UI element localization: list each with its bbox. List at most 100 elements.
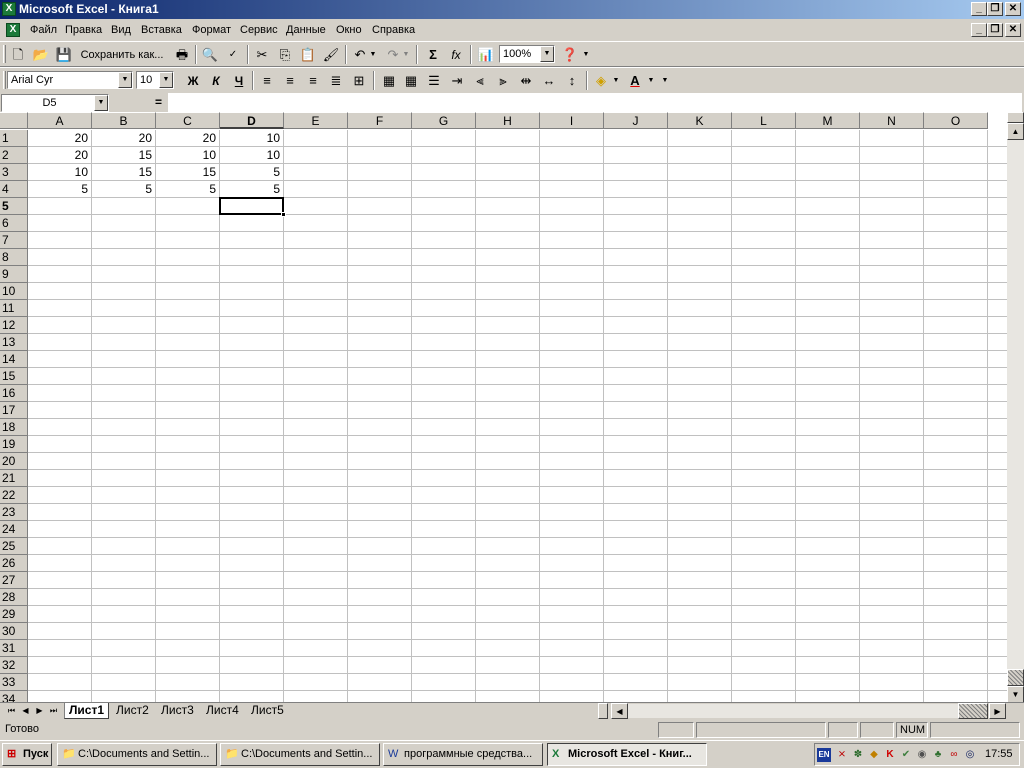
justify-icon[interactable]: ≣ bbox=[325, 71, 347, 91]
next-sheet-icon[interactable]: ▶ bbox=[32, 704, 47, 718]
row-header-12[interactable]: 12 bbox=[0, 317, 28, 334]
row-header-2[interactable]: 2 bbox=[0, 147, 28, 164]
doc-minimize-button[interactable]: _ bbox=[971, 23, 987, 37]
cell-a4[interactable]: 5 bbox=[28, 181, 91, 198]
row-header-17[interactable]: 17 bbox=[0, 402, 28, 419]
sheet-tab-3[interactable]: Лист3 bbox=[157, 703, 198, 719]
cell-a3[interactable]: 10 bbox=[28, 164, 91, 181]
function-icon[interactable]: fx bbox=[445, 45, 467, 65]
row-header-28[interactable]: 28 bbox=[0, 589, 28, 606]
italic-button[interactable]: К bbox=[205, 71, 227, 91]
chevron-down-icon[interactable]: ▼ bbox=[94, 95, 108, 111]
scroll-right-icon[interactable]: ▶ bbox=[989, 703, 1006, 719]
last-sheet-icon[interactable]: ⏭ bbox=[46, 704, 61, 718]
row-height-icon[interactable]: ↕ bbox=[561, 71, 583, 91]
row-header-31[interactable]: 31 bbox=[0, 640, 28, 657]
cell-b2[interactable]: 15 bbox=[92, 147, 155, 164]
spell-check-icon[interactable]: ✓ bbox=[222, 45, 244, 65]
fill-handle[interactable] bbox=[281, 212, 286, 217]
scroll-down-icon[interactable]: ▼ bbox=[1007, 686, 1024, 703]
column-header-o[interactable]: O bbox=[924, 112, 988, 129]
align-left-icon[interactable]: ≡ bbox=[256, 71, 278, 91]
insert-columns-icon[interactable]: ⫷ bbox=[469, 71, 491, 91]
row-header-11[interactable]: 11 bbox=[0, 300, 28, 317]
print-icon[interactable]: 🖶 bbox=[171, 45, 193, 65]
horizontal-scroll-track[interactable] bbox=[628, 704, 958, 718]
copy-icon[interactable]: ⎘ bbox=[274, 45, 296, 65]
column-header-l[interactable]: L bbox=[732, 112, 796, 129]
menu-insert[interactable]: Вставка bbox=[141, 24, 182, 36]
menu-help[interactable]: Справка bbox=[372, 24, 415, 36]
column-header-m[interactable]: M bbox=[796, 112, 860, 129]
sheet-tab-4[interactable]: Лист4 bbox=[202, 703, 243, 719]
row-header-8[interactable]: 8 bbox=[0, 249, 28, 266]
save-as-button[interactable]: Сохранить как... bbox=[76, 45, 168, 65]
column-header-g[interactable]: G bbox=[412, 112, 476, 129]
row-header-23[interactable]: 23 bbox=[0, 504, 28, 521]
tray-app-icon[interactable]: ∞ bbox=[947, 748, 961, 762]
toolbar-options-icon[interactable]: ▼ bbox=[659, 71, 671, 91]
sheet-tab-1[interactable]: Лист1 bbox=[64, 703, 110, 719]
close-button[interactable]: ✕ bbox=[1005, 2, 1021, 16]
menu-tools[interactable]: Сервис bbox=[240, 24, 278, 36]
row-header-14[interactable]: 14 bbox=[0, 351, 28, 368]
cell-c2[interactable]: 10 bbox=[156, 147, 219, 164]
row-header-1[interactable]: 1 bbox=[0, 130, 28, 147]
taskbar-folder-1[interactable]: 📁 C:\Documents and Settin... bbox=[57, 743, 217, 766]
format-painter-icon[interactable]: 🖌 bbox=[320, 45, 342, 65]
row-header-19[interactable]: 19 bbox=[0, 436, 28, 453]
column-width-icon[interactable]: ⇹ bbox=[515, 71, 537, 91]
row-header-30[interactable]: 30 bbox=[0, 623, 28, 640]
start-button[interactable]: ⊞ Пуск bbox=[2, 743, 52, 766]
row-header-24[interactable]: 24 bbox=[0, 521, 28, 538]
cut-icon[interactable]: ✂ bbox=[251, 45, 273, 65]
column-header-e[interactable]: E bbox=[284, 112, 348, 129]
tray-app-icon[interactable]: ✔ bbox=[899, 748, 913, 762]
tab-split-handle[interactable] bbox=[598, 703, 608, 719]
antivirus-icon[interactable]: K bbox=[883, 748, 897, 762]
column-header-i[interactable]: I bbox=[540, 112, 604, 129]
tray-app-icon[interactable]: ◎ bbox=[963, 748, 977, 762]
scroll-left-icon[interactable]: ◀ bbox=[611, 703, 628, 719]
cell-b4[interactable]: 5 bbox=[92, 181, 155, 198]
toolbar-grip[interactable] bbox=[3, 71, 6, 89]
excel-app-icon[interactable]: X bbox=[2, 2, 16, 16]
fill-color-dropdown-icon[interactable]: ▼ bbox=[610, 71, 622, 91]
chart-wizard-icon[interactable]: 📊 bbox=[475, 45, 497, 65]
first-sheet-icon[interactable]: ⏮ bbox=[4, 704, 19, 718]
column-header-j[interactable]: J bbox=[604, 112, 668, 129]
minimize-button[interactable]: _ bbox=[971, 2, 987, 16]
row-header-6[interactable]: 6 bbox=[0, 215, 28, 232]
fit-width-icon[interactable]: ↔ bbox=[538, 71, 560, 91]
chevron-down-icon[interactable]: ▼ bbox=[159, 72, 173, 88]
open-folder-icon[interactable]: 📂 bbox=[30, 45, 52, 65]
save-icon[interactable]: 💾 bbox=[53, 45, 75, 65]
row-header-4[interactable]: 4 bbox=[0, 181, 28, 198]
menu-window[interactable]: Окно bbox=[336, 24, 362, 36]
row-header-13[interactable]: 13 bbox=[0, 334, 28, 351]
split-box[interactable] bbox=[1007, 112, 1024, 123]
delete-columns-icon[interactable]: ⫸ bbox=[492, 71, 514, 91]
cell-c3[interactable]: 15 bbox=[156, 164, 219, 181]
insert-rows-icon[interactable]: ⇥ bbox=[446, 71, 468, 91]
row-header-7[interactable]: 7 bbox=[0, 232, 28, 249]
cell-b3[interactable]: 15 bbox=[92, 164, 155, 181]
row-header-21[interactable]: 21 bbox=[0, 470, 28, 487]
align-right-icon[interactable]: ≡ bbox=[302, 71, 324, 91]
cell-d3[interactable]: 5 bbox=[220, 164, 283, 181]
row-header-5[interactable]: 5 bbox=[0, 198, 28, 215]
workbook-icon[interactable]: X bbox=[6, 23, 20, 37]
menu-format[interactable]: Формат bbox=[192, 24, 231, 36]
row-header-33[interactable]: 33 bbox=[0, 674, 28, 691]
underline-button[interactable]: Ч bbox=[228, 71, 250, 91]
cell-a2[interactable]: 20 bbox=[28, 147, 91, 164]
help-icon[interactable]: ❓ bbox=[559, 45, 581, 65]
menu-file[interactable]: Файл bbox=[30, 24, 57, 36]
undo-dropdown-icon[interactable]: ▼ bbox=[367, 45, 379, 65]
font-color-icon[interactable]: A bbox=[624, 71, 646, 91]
column-header-a[interactable]: A bbox=[28, 112, 92, 129]
taskbar-excel[interactable]: X Microsoft Excel - Книг... bbox=[547, 743, 707, 766]
row-header-20[interactable]: 20 bbox=[0, 453, 28, 470]
menu-data[interactable]: Данные bbox=[286, 24, 326, 36]
cell-a1[interactable]: 20 bbox=[28, 130, 91, 147]
